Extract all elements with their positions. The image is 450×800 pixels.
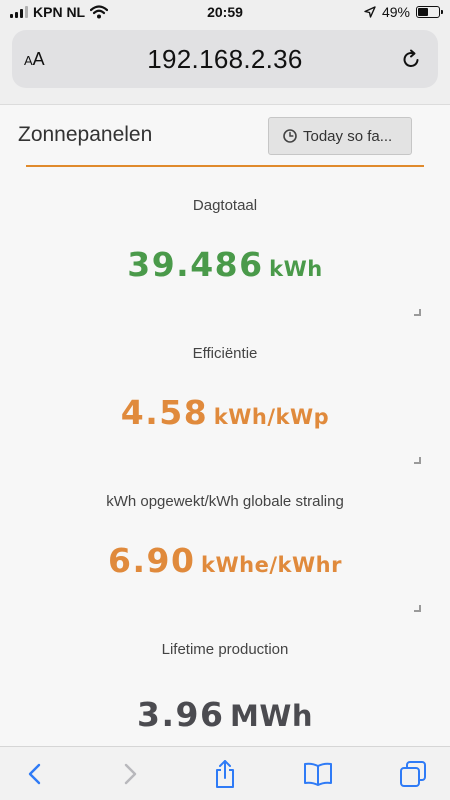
stat-value: 3.96 MWh xyxy=(0,695,450,734)
forward-icon xyxy=(124,763,137,785)
resize-handle-icon[interactable] xyxy=(414,605,421,612)
browser-toolbar xyxy=(0,746,450,800)
stat-label: Lifetime production xyxy=(161,641,289,658)
stat-unit: kWhe/kWhr xyxy=(201,553,342,577)
status-bar: KPN NL 20:59 49% xyxy=(0,0,450,26)
share-icon xyxy=(216,760,234,788)
stat-value: 6.90 kWhe/kWhr xyxy=(0,541,450,580)
forward-button[interactable] xyxy=(115,759,145,789)
stat-opgewekt-straling: kWh opgewekt/kWh globale straling 6.90 k… xyxy=(0,493,450,643)
time-range-label: Today so fa... xyxy=(303,127,393,145)
stat-label: Dagtotaal xyxy=(192,197,258,214)
stat-efficientie: Efficiëntie 4.58 kWh/kWp xyxy=(0,345,450,495)
bookmarks-icon xyxy=(304,762,332,786)
stat-dagtotaal: Dagtotaal 39.486 kWh xyxy=(0,197,450,347)
stat-unit: kWh xyxy=(269,257,323,281)
location-arrow-icon xyxy=(364,6,376,18)
status-right: 49% xyxy=(364,4,443,20)
stat-unit: MWh xyxy=(230,699,313,733)
time-range-button[interactable]: Today so fa... xyxy=(268,117,412,155)
stat-value: 39.486 kWh xyxy=(0,245,450,284)
resize-handle-icon[interactable] xyxy=(414,309,421,316)
header-divider xyxy=(26,165,424,167)
stat-number: 6.90 xyxy=(108,541,196,580)
panel-header: Zonnepanelen Today so fa... xyxy=(0,105,450,167)
battery-icon xyxy=(416,6,443,18)
stat-number: 3.96 xyxy=(137,695,225,734)
url-text[interactable]: 192.168.2.36 xyxy=(12,44,438,75)
tabs-icon xyxy=(400,761,426,787)
stat-label: Efficiëntie xyxy=(192,345,258,362)
tabs-button[interactable] xyxy=(398,759,428,789)
stat-lifetime-production: Lifetime production 3.96 MWh xyxy=(0,641,450,746)
clock-icon xyxy=(283,129,297,143)
stat-label: kWh opgewekt/kWh globale straling xyxy=(106,493,344,510)
web-page: Zonnepanelen Today so fa... Dagtotaal 39… xyxy=(0,104,450,746)
address-bar[interactable]: AA 192.168.2.36 xyxy=(12,30,438,88)
bookmarks-button[interactable] xyxy=(303,759,333,789)
resize-handle-icon[interactable] xyxy=(414,457,421,464)
share-button[interactable] xyxy=(210,759,240,789)
battery-level xyxy=(418,8,428,16)
back-icon xyxy=(28,763,41,785)
browser-top-bar: AA 192.168.2.36 xyxy=(0,26,450,104)
battery-percent: 49% xyxy=(381,4,410,20)
reload-icon[interactable] xyxy=(400,48,422,70)
stat-unit: kWh/kWp xyxy=(213,405,330,429)
panel-title: Zonnepanelen xyxy=(18,123,153,146)
stat-number: 4.58 xyxy=(120,393,209,432)
stat-number: 39.486 xyxy=(127,245,264,284)
stat-value: 4.58 kWh/kWp xyxy=(0,393,450,432)
back-button[interactable] xyxy=(20,759,50,789)
